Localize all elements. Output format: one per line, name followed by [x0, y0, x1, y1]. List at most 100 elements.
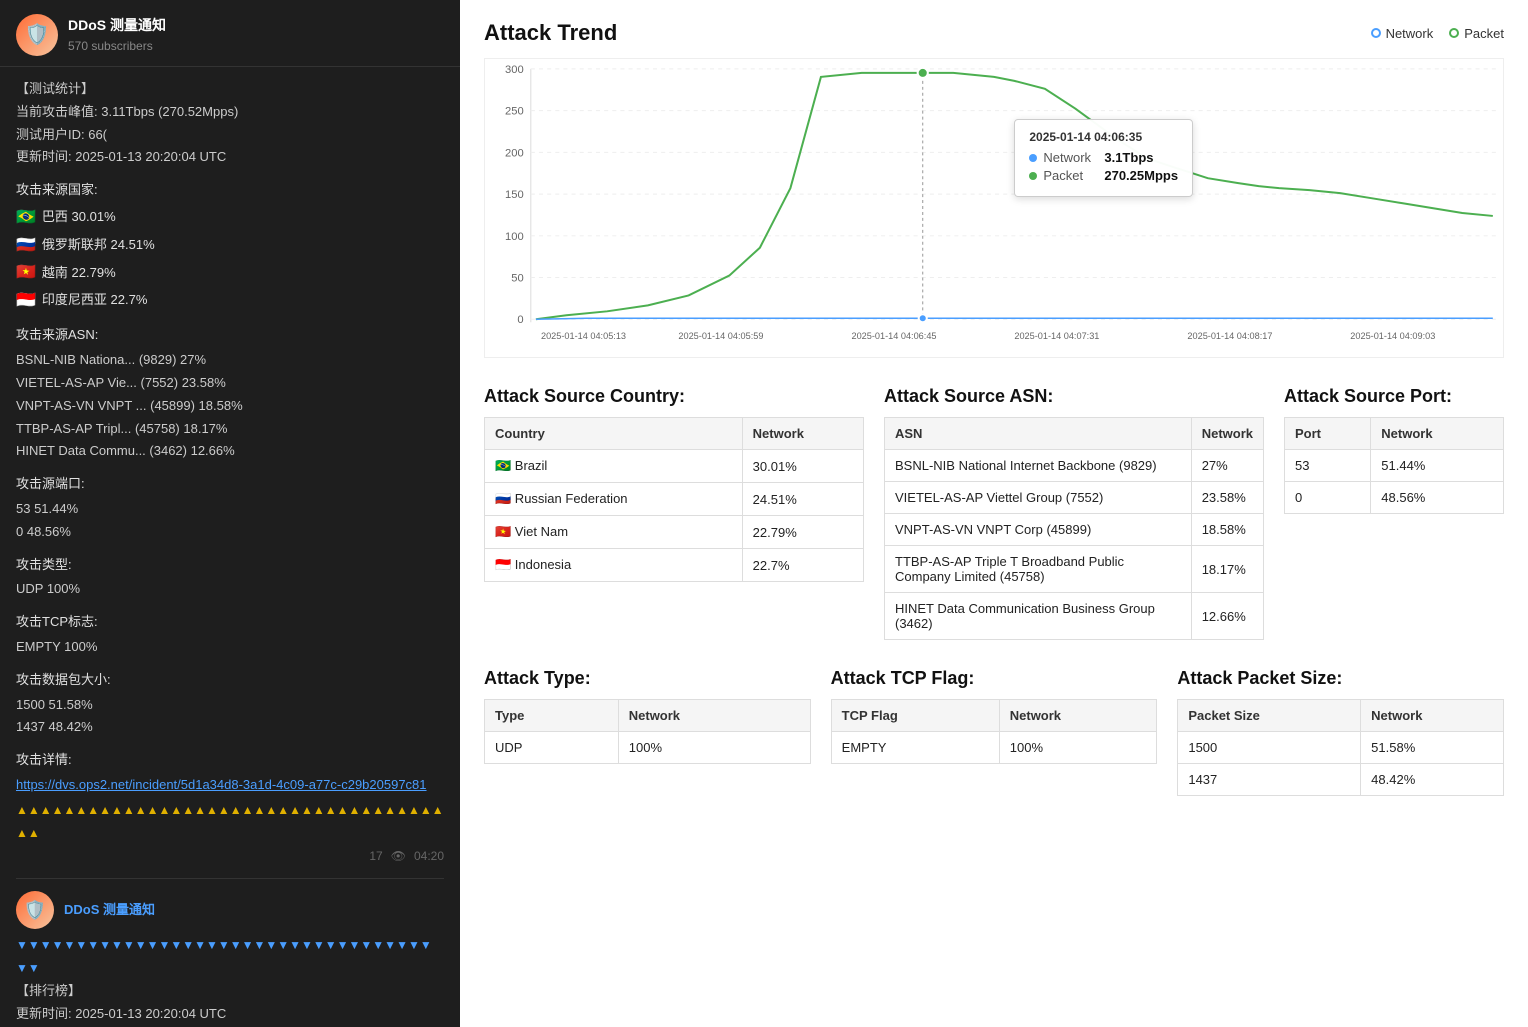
eye-icon: 👁 [391, 847, 406, 866]
svg-text:2025-01-14 04:06:45: 2025-01-14 04:06:45 [851, 331, 936, 341]
country-item: 🇮🇩 印度尼西亚 22.7% [16, 288, 444, 314]
svg-text:300: 300 [505, 64, 524, 76]
country-section-label: 攻击来源国家: [16, 180, 444, 201]
legend-packet-label: Packet [1464, 26, 1504, 41]
first-tables-row: Attack Source Country: Country Network 🇧… [484, 386, 1504, 640]
asn-5: HINET Data Commu... (3462) 12.66% [16, 441, 444, 462]
tcp-table-section: Attack TCP Flag: TCP Flag Network EMPTY1… [831, 668, 1158, 796]
flag-vietnam: 🇻🇳 [16, 260, 36, 286]
chart-legend: Network Packet [1371, 26, 1504, 41]
port-table-title: Attack Source Port: [1284, 386, 1504, 407]
country-indonesia: 印度尼西亚 22.7% [42, 290, 147, 311]
network-cell: 12.66% [1191, 593, 1263, 640]
size-cell: 1500 [1178, 732, 1361, 764]
type-table: Type Network UDP100% [484, 699, 811, 764]
country-item: 🇧🇷 巴西 30.01% [16, 205, 444, 231]
svg-text:50: 50 [511, 273, 523, 285]
network-cell: 30.01% [742, 450, 863, 483]
type-cell: UDP [485, 732, 619, 764]
port-2: 0 48.56% [16, 522, 444, 543]
asn-cell: BSNL-NIB National Internet Backbone (982… [885, 450, 1192, 482]
country-russia: 俄罗斯联邦 24.51% [42, 235, 155, 256]
port-cell: 53 [1285, 450, 1371, 482]
svg-text:250: 250 [505, 106, 524, 118]
chart-svg: 300 250 200 150 100 50 0 2025-01-14 04:0… [485, 59, 1503, 357]
port-section-label: 攻击源端口: [16, 474, 444, 495]
port-col-header: Port [1285, 418, 1371, 450]
subscribers-count: 570 subscribers [68, 37, 166, 56]
triangles-row: ▲▲▲▲▲▲▲▲▲▲▲▲▲▲▲▲▲▲▲▲▲▲▲▲▲▲▲▲▲▲▲▲▲▲▲▲ [16, 802, 444, 819]
size-network-header: Network [1361, 700, 1504, 732]
country-cell: 🇷🇺 Russian Federation [485, 483, 743, 516]
tcp-table: TCP Flag Network EMPTY100% [831, 699, 1158, 764]
network-cell: 51.58% [1361, 732, 1504, 764]
table-row: TTBP-AS-AP Triple T Broadband Public Com… [885, 546, 1264, 593]
port-1: 53 51.44% [16, 499, 444, 520]
chart-header: Attack Trend Network Packet [484, 20, 1504, 46]
asn-cell: VIETEL-AS-AP Viettel Group (7552) [885, 482, 1192, 514]
channel-avatar: 🛡️ [16, 14, 58, 56]
legend-packet: Packet [1449, 26, 1504, 41]
user-id: 测试用户ID: 66( [16, 125, 444, 146]
size-col-header: Packet Size [1178, 700, 1361, 732]
svg-text:2025-01-14 04:07:31: 2025-01-14 04:07:31 [1014, 331, 1099, 341]
table-row: 🇧🇷 Brazil30.01% [485, 450, 864, 483]
svg-text:2025-01-14 04:05:13: 2025-01-14 04:05:13 [541, 331, 626, 341]
flag-indonesia: 🇮🇩 [16, 288, 36, 314]
network-cell: 23.58% [1191, 482, 1263, 514]
country-table: Country Network 🇧🇷 Brazil30.01%🇷🇺 Russia… [484, 417, 864, 582]
port-table: Port Network 5351.44%048.56% [1284, 417, 1504, 514]
attack-type: UDP 100% [16, 579, 444, 600]
network-cell: 100% [618, 732, 810, 764]
table-row: 048.56% [1285, 482, 1504, 514]
asn-section-label: 攻击来源ASN: [16, 325, 444, 346]
table-row: 150051.58% [1178, 732, 1504, 764]
country-item: 🇻🇳 越南 22.79% [16, 260, 444, 286]
asn-network-header: Network [1191, 418, 1263, 450]
network-cell: 27% [1191, 450, 1263, 482]
port-table-section: Attack Source Port: Port Network 5351.44… [1284, 386, 1504, 640]
table-row: 🇷🇺 Russian Federation24.51% [485, 483, 864, 516]
country-item: 🇷🇺 俄罗斯联邦 24.51% [16, 233, 444, 259]
attack-trend-section: Attack Trend Network Packet [484, 20, 1504, 358]
country-vietnam: 越南 22.79% [42, 263, 116, 284]
table-row: VNPT-AS-VN VNPT Corp (45899)18.58% [885, 514, 1264, 546]
asn-cell: TTBP-AS-AP Triple T Broadband Public Com… [885, 546, 1192, 593]
country-col-header: Country [485, 418, 743, 450]
tcp-flag: EMPTY 100% [16, 637, 444, 658]
svg-text:200: 200 [505, 147, 524, 159]
table-row: UDP100% [485, 732, 811, 764]
detail-section-label: 攻击详情: [16, 750, 444, 771]
tcp-table-title: Attack TCP Flag: [831, 668, 1158, 689]
stats-title: 【测试统计】 [16, 79, 444, 100]
table-row: HINET Data Communication Business Group … [885, 593, 1264, 640]
network-cell: 24.51% [742, 483, 863, 516]
tcp-network-header: Network [999, 700, 1157, 732]
country-table-title: Attack Source Country: [484, 386, 864, 407]
asn-3: VNPT-AS-VN VNPT ... (45899) 18.58% [16, 396, 444, 417]
type-table-title: Attack Type: [484, 668, 811, 689]
table-row: EMPTY100% [831, 732, 1157, 764]
second-tables-row: Attack Type: Type Network UDP100% Attack… [484, 668, 1504, 796]
tcp-flag-cell: EMPTY [831, 732, 999, 764]
sidebar: 🛡️ DDoS 测量通知 570 subscribers 【测试统计】 当前攻击… [0, 0, 460, 1027]
asn-cell: VNPT-AS-VN VNPT Corp (45899) [885, 514, 1192, 546]
asn-col-header: ASN [885, 418, 1192, 450]
channel-name: DDoS 测量通知 [68, 14, 166, 36]
network-cell: 18.58% [1191, 514, 1263, 546]
svg-text:100: 100 [505, 231, 524, 243]
svg-text:150: 150 [505, 189, 524, 201]
triangles-down2: ▼▼ [16, 960, 444, 977]
table-row: 143748.42% [1178, 764, 1504, 796]
svg-text:2025-01-14 04:05:59: 2025-01-14 04:05:59 [678, 331, 763, 341]
svg-text:2025-01-14 04:09:03: 2025-01-14 04:09:03 [1350, 331, 1435, 341]
table-row: BSNL-NIB National Internet Backbone (982… [885, 450, 1264, 482]
table-row: 🇻🇳 Viet Nam22.79% [485, 516, 864, 549]
port-cell: 0 [1285, 482, 1371, 514]
tcp-section-label: 攻击TCP标志: [16, 612, 444, 633]
type-section-label: 攻击类型: [16, 555, 444, 576]
size-table-title: Attack Packet Size: [1177, 668, 1504, 689]
incident-link[interactable]: https://dvs.ops2.net/incident/5d1a34d8-3… [16, 777, 427, 792]
message2-channel-name: DDoS 测量通知 [64, 900, 155, 921]
legend-network-label: Network [1386, 26, 1434, 41]
